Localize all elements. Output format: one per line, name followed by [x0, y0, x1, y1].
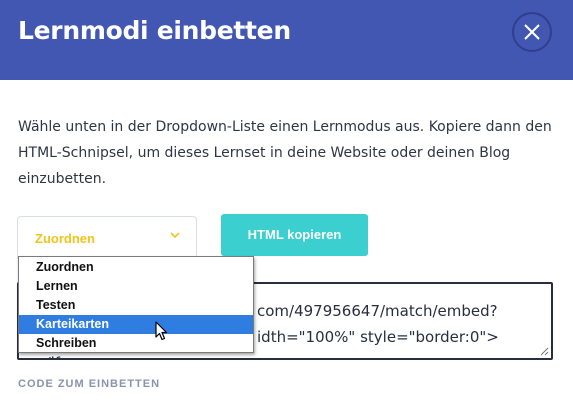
dropdown-option-lernen[interactable]: Lernen — [19, 277, 253, 296]
resize-grip-icon[interactable] — [540, 347, 549, 356]
embed-code-label: CODE ZUM EINBETTEN — [18, 378, 161, 390]
modal-title: Lernmodi einbetten — [18, 16, 291, 45]
close-icon — [524, 24, 540, 40]
dropdown-option-testen[interactable]: Testen — [19, 296, 253, 315]
chevron-down-icon — [170, 232, 180, 239]
dropdown-option-schreiben[interactable]: Schreiben — [19, 334, 253, 353]
modal-header: Lernmodi einbetten — [0, 0, 573, 80]
mode-select-value: Zuordnen — [35, 231, 95, 246]
embed-modal: Lernmodi einbetten Wähle unten in der Dr… — [0, 0, 573, 405]
instructions-text: Wähle unten in der Dropdown-Liste einen … — [18, 119, 552, 187]
close-button[interactable] — [512, 12, 552, 52]
dropdown-option-karteikarten[interactable]: Karteikarten — [19, 315, 253, 334]
mouse-cursor-icon — [155, 321, 168, 341]
copy-html-button[interactable]: HTML kopieren — [221, 214, 368, 256]
dropdown-option-zuordnen[interactable]: Zuordnen — [19, 258, 253, 277]
mode-select[interactable]: Zuordnen — [17, 216, 197, 259]
mode-dropdown-list: Zuordnen Lernen Testen Karteikarten Schr… — [18, 256, 254, 353]
